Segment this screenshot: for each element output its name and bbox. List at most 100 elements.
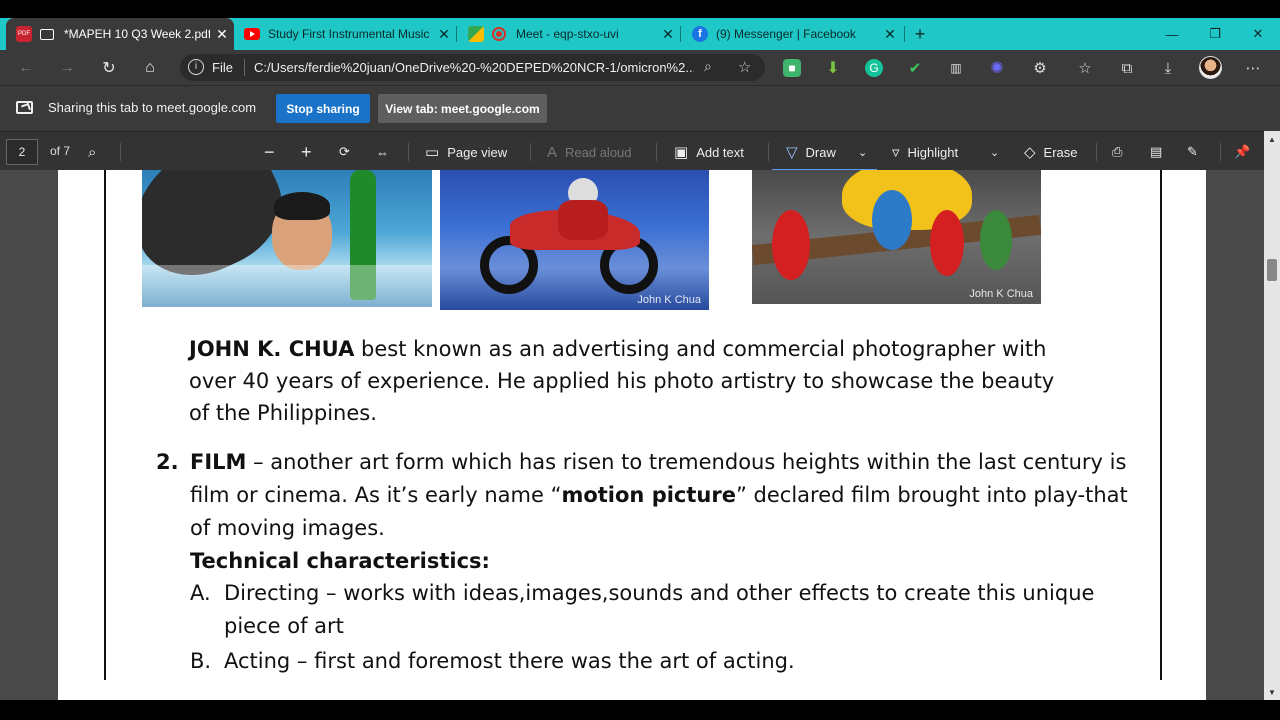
read-aloud-button[interactable]: A Read aloud [547,140,632,164]
restore-button[interactable]: ❐ [1193,18,1237,50]
info-icon[interactable]: i [188,59,204,75]
new-tab-button[interactable]: + [898,18,942,50]
erase-label: Erase [1043,144,1078,160]
favorites-icon[interactable]: ☆ [1074,57,1096,79]
tab-title: Meet - eqp-stxo-uvi [516,27,619,41]
zoom-icon[interactable]: ⌕ [704,58,712,75]
chua-line-3: of the Philippines. [189,401,377,425]
checkmark-extension-icon[interactable]: ✔ [906,59,924,77]
film-line-3: of moving images. [190,516,385,540]
print-icon: ⎙ [1112,144,1123,159]
page-view-button[interactable]: ▭ Page view [425,140,507,164]
zoom-in-button[interactable]: + [301,140,312,164]
extension-green-icon[interactable]: ■ [783,59,801,77]
pdf-viewer[interactable]: John K Chua John K Chua JOHN K. CHUA bes… [0,170,1264,700]
technical-heading: Technical characteristics: [190,549,490,573]
photo-advertising [142,170,432,307]
list-letter-a: A. [190,581,211,605]
draw-options-dropdown[interactable]: ⌄ [858,140,867,164]
close-icon[interactable]: ✕ [210,26,234,43]
highlight-button[interactable]: ▿ Highlight [892,140,958,164]
scrollbar-thumb[interactable] [1267,259,1277,281]
film-paragraph: FILM – another art form which has risen … [190,446,1190,578]
refresh-icon: ↻ [102,60,116,77]
scroll-up-arrow[interactable]: ▲ [1264,131,1280,147]
erase-button[interactable]: ◇ Erase [1024,140,1078,164]
photo-credit: John K Chua [969,288,1033,300]
highlight-options-dropdown[interactable]: ⌄ [990,140,999,164]
window-close-button[interactable]: ✕ [1236,18,1280,50]
read-aloud-icon: A [547,143,558,161]
photo-motorcycle: John K Chua [440,170,709,310]
search-button[interactable]: ⌕ [88,140,104,164]
scroll-down-arrow[interactable]: ▼ [1264,684,1280,700]
photo-parrots: John K Chua [752,170,1041,304]
add-text-label: Add text [696,144,744,160]
page-view-icon: ▭ [425,144,440,161]
add-text-button[interactable]: ▣ Add text [674,140,744,164]
star-extension-icon[interactable]: ✺ [988,59,1006,77]
reading-list-icon[interactable]: ▥ [947,59,965,77]
toolbar-divider [530,143,531,161]
address-toolbar: ← → ↻ ⌂ i File C:/Users/ferdie%20juan/On… [0,50,1280,85]
page-right-border [1160,170,1162,680]
tab-title: Study First Instrumental Music T [268,27,432,41]
film-line-2-pre: film or cinema. As it’s early name “ [190,483,562,507]
draw-button[interactable]: ▽ Draw [786,140,836,164]
tab-youtube[interactable]: Study First Instrumental Music T ✕ [234,18,456,50]
refresh-button[interactable]: ↻ [93,54,125,82]
save-as-button[interactable]: ✎ [1187,140,1198,164]
address-bar[interactable]: i File C:/Users/ferdie%20juan/OneDrive%2… [180,54,765,81]
back-button[interactable]: ← [10,54,42,82]
profile-avatar[interactable] [1199,56,1222,79]
recording-icon [492,27,506,41]
close-icon[interactable]: ✕ [656,26,680,43]
tab-messenger[interactable]: f (9) Messenger | Facebook ✕ [682,18,902,50]
chua-paragraph: JOHN K. CHUA best known as an advertisin… [189,333,1149,429]
save-icon: ▤ [1150,144,1163,159]
home-button[interactable]: ⌂ [134,54,166,82]
toolbar-divider [1096,143,1097,161]
tab-pdf[interactable]: PDF *MAPEH 10 Q3 Week 2.pdf ✕ [6,18,234,50]
close-icon[interactable]: ✕ [432,26,456,43]
tab-divider [456,26,457,42]
pin-toolbar-button[interactable]: 📌 [1234,140,1250,164]
minimize-button[interactable]: — [1150,18,1194,50]
arrow-right-icon: → [59,59,75,76]
add-text-icon: ▣ [674,144,689,161]
film-motion-picture: motion picture [561,483,736,507]
fit-width-icon: ⇔ [376,144,389,160]
grammarly-icon[interactable]: G [865,59,883,77]
read-aloud-label: Read aloud [565,144,632,160]
pdf-toolbar: 2 of 7 ⌕ − + ⟳ ⇔ ▭ Page view A Read aloud … [0,131,1280,171]
search-icon: ⌕ [88,143,97,161]
url-text[interactable]: C:/Users/ferdie%20juan/OneDrive%20-%20DE… [254,60,694,75]
page-number-input[interactable]: 2 [6,139,38,165]
film-line-2: film or cinema. As it’s early name “moti… [190,479,1190,512]
pin-icon: 📌 [1234,144,1251,159]
url-divider [244,59,245,76]
sharing-indicator-icon [40,28,54,40]
stop-sharing-button[interactable]: Stop sharing [276,94,370,123]
more-menu-icon[interactable]: ⋯ [1242,57,1264,79]
add-favorite-icon[interactable]: ☆ [738,58,751,76]
forward-button[interactable]: → [51,54,83,82]
draw-label: Draw [805,144,836,160]
save-button[interactable]: ▤ [1150,140,1162,164]
zoom-out-button[interactable]: − [264,140,275,164]
download-arrow-extension-icon[interactable]: ⬇ [824,59,842,77]
minus-icon: − [264,141,275,162]
chua-line-1: JOHN K. CHUA best known as an advertisin… [189,333,1149,365]
toolbar-divider [1220,143,1221,161]
pdf-page: John K Chua John K Chua JOHN K. CHUA bes… [58,170,1206,700]
film-line-1-text: – another art form which has risen to tr… [246,450,1127,474]
view-tab-button[interactable]: View tab: meet.google.com [378,94,547,123]
tab-meet[interactable]: Meet - eqp-stxo-uvi ✕ [458,18,680,50]
extensions-icon[interactable]: ⚙ [1029,57,1051,79]
rotate-button[interactable]: ⟳ [339,140,350,164]
vertical-scrollbar[interactable]: ▲ ▼ [1264,131,1280,700]
collections-icon[interactable]: ⧉ [1116,57,1138,79]
print-button[interactable]: ⎙ [1112,140,1122,164]
downloads-icon[interactable]: ⤓ [1157,57,1179,79]
fit-page-button[interactable]: ⇔ [376,140,389,164]
